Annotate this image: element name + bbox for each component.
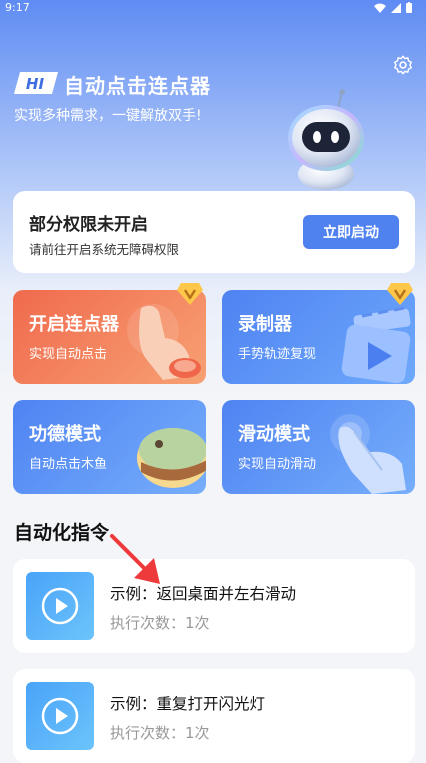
permission-title: 部分权限未开启 — [29, 215, 148, 235]
wooden-fish-illustration — [137, 428, 206, 488]
command-item[interactable]: 示例：重复打开闪光灯 执行次数：1次 — [13, 669, 415, 763]
robot-mascot-illustration — [288, 89, 364, 190]
tile-swipe-title: 滑动模式 — [238, 424, 310, 445]
tile-merit-title: 功德模式 — [29, 424, 101, 445]
tile-clicker-title: 开启连点器 — [29, 314, 119, 335]
app-title: 自动点击连点器 — [64, 74, 211, 98]
hand-swipe-illustration — [330, 414, 406, 494]
tile-swipe-subtitle: 实现自动滑动 — [238, 457, 317, 472]
play-icon — [41, 587, 79, 625]
tile-recorder-title: 录制器 — [238, 314, 292, 335]
hi-badge-logo: HI — [14, 72, 58, 94]
hi-badge-text: HI — [26, 75, 45, 93]
command-thumbnail[interactable] — [26, 572, 94, 640]
tile-recorder-subtitle: 手势轨迹复现 — [238, 347, 317, 362]
tile-swipe-mode[interactable]: 滑动模式 实现自动滑动 — [222, 400, 415, 494]
status-icons — [374, 2, 412, 13]
vip-diamond-icon — [177, 283, 203, 305]
tile-merit-mode[interactable]: 功德模式 自动点击木鱼 — [13, 400, 206, 494]
command-run-count: 执行次数：1次 — [110, 724, 210, 742]
vip-diamond-icon — [387, 283, 413, 305]
app-subtitle: 实现多种需求，一键解放双手! — [14, 108, 202, 124]
automation-section-title: 自动化指令 — [14, 522, 110, 544]
command-name: 示例：重复打开闪光灯 — [110, 695, 266, 713]
battery-icon — [406, 2, 412, 13]
permission-card: 部分权限未开启 请前往开启系统无障碍权限 立即启动 — [13, 191, 415, 273]
command-item[interactable]: 示例：返回桌面并左右滑动 执行次数：1次 — [13, 559, 415, 653]
wifi-icon — [374, 3, 386, 13]
command-thumbnail[interactable] — [26, 682, 94, 750]
status-bar: 9:17 — [0, 0, 426, 16]
play-icon — [41, 697, 79, 735]
settings-gear-icon[interactable] — [392, 54, 414, 76]
start-now-button[interactable]: 立即启动 — [303, 215, 399, 249]
signal-icon — [391, 2, 401, 13]
red-arrow-annotation — [110, 534, 160, 584]
permission-description: 请前往开启系统无障碍权限 — [29, 242, 180, 257]
command-run-count: 执行次数：1次 — [110, 614, 210, 632]
status-time: 9:17 — [5, 1, 30, 14]
tile-clicker-subtitle: 实现自动点击 — [29, 347, 108, 362]
tile-merit-subtitle: 自动点击木鱼 — [29, 457, 108, 472]
